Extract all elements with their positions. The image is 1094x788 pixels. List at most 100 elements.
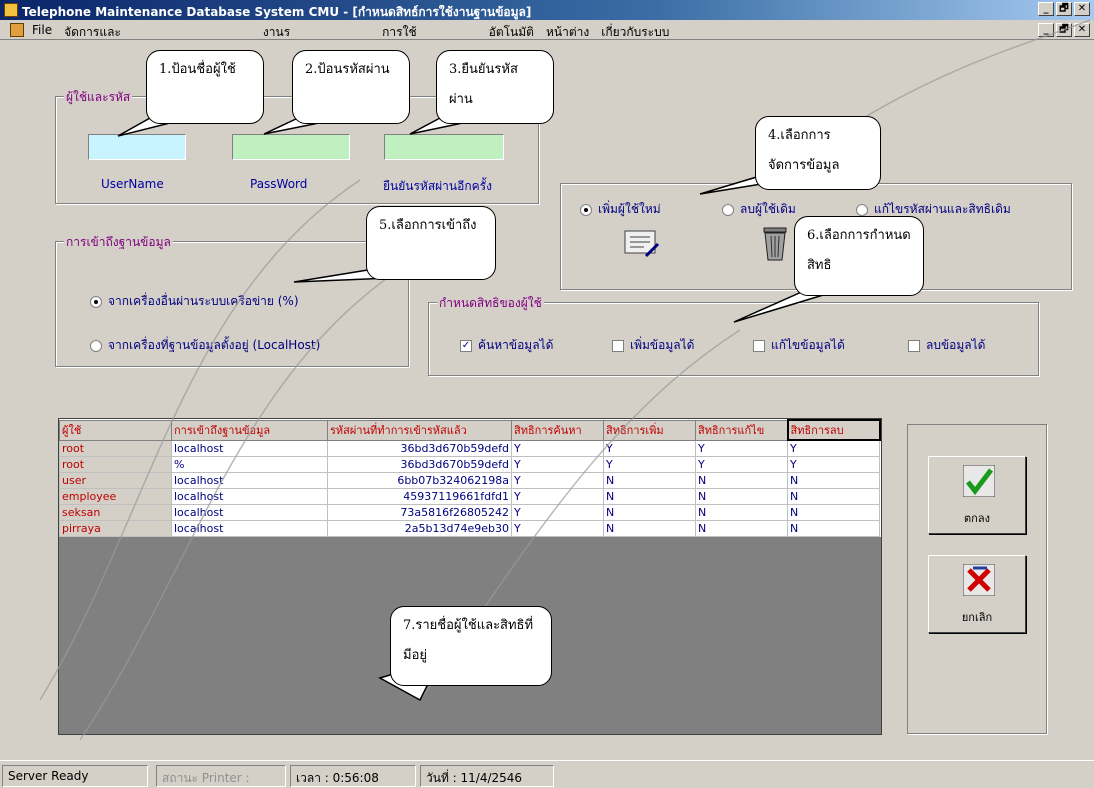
table-cell[interactable]: Y	[511, 471, 604, 489]
add-right-checkbox[interactable]	[612, 339, 624, 352]
maximize-button[interactable]: 🗗	[1056, 2, 1072, 16]
confirm-password-input[interactable]	[384, 134, 504, 160]
table-row[interactable]: pirraya localhost 2a5b13d74e9eb30 Y N N N	[59, 519, 880, 537]
right-add[interactable]: เพิ่มข้อมูลได้	[612, 336, 694, 355]
manage-option-add[interactable]: เพิ่มผู้ใช้ใหม่	[580, 200, 661, 219]
manage-option-delete[interactable]: ลบผู้ใช้เดิม	[722, 200, 796, 219]
table-cell[interactable]: 36bd3d670b59defd	[327, 455, 512, 473]
table-row[interactable]: employee localhost 45937119661fdfd1 Y N N N	[59, 487, 880, 505]
table-cell[interactable]: Y	[603, 455, 696, 473]
network-access-radio[interactable]	[90, 295, 102, 308]
table-row[interactable]: user localhost 6bb07b324062198a Y N N N	[59, 471, 880, 489]
table-cell[interactable]: pirraya	[59, 519, 172, 537]
menu-manage[interactable]: จัดการและ	[64, 23, 121, 42]
table-cell[interactable]: Y	[511, 503, 604, 521]
table-cell[interactable]: Y	[695, 439, 788, 457]
user-password-group-label: ผู้ใช้และรหัส	[64, 88, 133, 107]
child-minimize-button[interactable]: _	[1038, 23, 1054, 37]
table-cell[interactable]: Y	[603, 439, 696, 457]
table-cell[interactable]: localhost	[171, 519, 328, 537]
table-cell[interactable]: seksan	[59, 503, 172, 521]
table-cell[interactable]: N	[603, 503, 696, 521]
cancel-x-icon	[963, 564, 995, 596]
table-cell[interactable]: N	[603, 471, 696, 489]
menu-window[interactable]: หน้าต่าง	[546, 23, 589, 42]
delete-right-checkbox[interactable]	[908, 339, 920, 352]
table-cell[interactable]: N	[603, 487, 696, 505]
edit-password-radio[interactable]	[856, 203, 868, 216]
col-add[interactable]: สิทธิการเพิ่ม	[603, 419, 696, 441]
table-cell[interactable]: 36bd3d670b59defd	[327, 439, 512, 457]
close-button[interactable]: ✕	[1074, 2, 1090, 16]
callout-access: 5.เลือกการเข้าถึง	[366, 206, 496, 280]
table-cell[interactable]: localhost	[171, 439, 328, 457]
table-cell[interactable]: Y	[787, 455, 880, 473]
table-cell[interactable]: localhost	[171, 487, 328, 505]
table-cell[interactable]: localhost	[171, 471, 328, 489]
table-cell[interactable]: localhost	[171, 503, 328, 521]
access-option-network[interactable]: จากเครื่องอื่นผ่านระบบเครือข่าย (%)	[90, 292, 299, 311]
table-cell[interactable]: Y	[787, 439, 880, 457]
rights-group-label: กำหนดสิทธิของผู้ใช้	[437, 294, 544, 313]
col-hash[interactable]: รหัสผ่านที่ทำการเข้ารหัสแล้ว	[327, 419, 512, 441]
table-row[interactable]: root localhost 36bd3d670b59defd Y Y Y Y	[59, 439, 880, 457]
col-delete[interactable]: สิทธิการลบ	[786, 419, 881, 441]
localhost-access-radio[interactable]	[90, 339, 102, 352]
add-user-radio[interactable]	[580, 203, 592, 216]
table-cell[interactable]: N	[787, 503, 880, 521]
menu-usage[interactable]: การใช้	[382, 23, 416, 42]
table-cell[interactable]: Y	[695, 455, 788, 473]
table-cell[interactable]: Y	[511, 487, 604, 505]
menu-bar: File จัดการและ งานร การใช้ อัตโนมัติ หน้…	[0, 20, 1094, 40]
right-delete[interactable]: ลบข้อมูลได้	[908, 336, 985, 355]
table-cell[interactable]: root	[59, 455, 172, 473]
ok-button[interactable]: ตกลง	[928, 456, 1026, 534]
col-edit[interactable]: สิทธิการแก้ไข	[695, 419, 788, 441]
table-cell[interactable]: N	[787, 487, 880, 505]
delete-user-radio[interactable]	[722, 203, 734, 216]
document-icon[interactable]	[10, 23, 24, 37]
col-user[interactable]: ผู้ใช้	[59, 419, 172, 441]
col-access[interactable]: การเข้าถึงฐานข้อมูล	[171, 419, 328, 441]
table-cell[interactable]: N	[695, 519, 788, 537]
child-maximize-button[interactable]: 🗗	[1056, 23, 1072, 37]
table-row[interactable]: root% 36bd3d670b59defd Y Y Y Y	[59, 455, 880, 473]
table-cell[interactable]: 73a5816f26805242	[327, 503, 512, 521]
user-rights-table[interactable]: ผู้ใช้ การเข้าถึงฐานข้อมูล รหัสผ่านที่ทำ…	[59, 419, 881, 537]
menu-auto[interactable]: อัตโนมัติ	[489, 23, 534, 42]
table-cell[interactable]: root	[59, 439, 172, 457]
table-cell[interactable]: 2a5b13d74e9eb30	[327, 519, 512, 537]
child-close-button[interactable]: ✕	[1074, 23, 1090, 37]
table-cell[interactable]: N	[787, 519, 880, 537]
table-cell[interactable]: N	[787, 471, 880, 489]
table-cell[interactable]: N	[695, 503, 788, 521]
username-input[interactable]	[88, 134, 186, 160]
minimize-button[interactable]: _	[1038, 2, 1054, 16]
table-cell[interactable]: user	[59, 471, 172, 489]
table-cell[interactable]: Y	[511, 439, 604, 457]
table-cell[interactable]: N	[603, 519, 696, 537]
search-right-checkbox[interactable]: ✓	[460, 339, 472, 352]
table-cell[interactable]: N	[695, 471, 788, 489]
edit-right-checkbox[interactable]	[753, 339, 765, 352]
menu-file[interactable]: File	[32, 23, 52, 42]
table-cell[interactable]: employee	[59, 487, 172, 505]
table-cell[interactable]: Y	[511, 455, 604, 473]
right-search[interactable]: ✓ ค้นหาข้อมูลได้	[460, 336, 553, 355]
table-cell[interactable]: %	[171, 455, 328, 473]
table-cell[interactable]: 6bb07b324062198a	[327, 471, 512, 489]
table-row[interactable]: seksan localhost 73a5816f26805242 Y N N N	[59, 503, 880, 521]
table-cell[interactable]: N	[695, 487, 788, 505]
right-edit[interactable]: แก้ไขข้อมูลได้	[753, 336, 845, 355]
cancel-button[interactable]: ยกเลิก	[928, 555, 1026, 633]
user-rights-grid[interactable]: ผู้ใช้ การเข้าถึงฐานข้อมูล รหัสผ่านที่ทำ…	[58, 418, 882, 735]
table-cell[interactable]: Y	[511, 519, 604, 537]
password-input[interactable]	[232, 134, 350, 160]
callout-list: 7.รายชื่อผู้ใช้และสิทธิที่มีอยู่	[390, 606, 552, 686]
access-option-localhost[interactable]: จากเครื่องที่ฐานข้อมูลตั้งอยู่ (LocalHos…	[90, 336, 320, 355]
table-cell[interactable]: 45937119661fdfd1	[327, 487, 512, 505]
col-search[interactable]: สิทธิการค้นหา	[511, 419, 604, 441]
menu-work[interactable]: งานร	[263, 23, 290, 42]
callout-rights: 6.เลือกการกำหนดสิทธิ	[794, 216, 924, 296]
menu-about[interactable]: เกี่ยวกับระบบ	[601, 23, 669, 42]
